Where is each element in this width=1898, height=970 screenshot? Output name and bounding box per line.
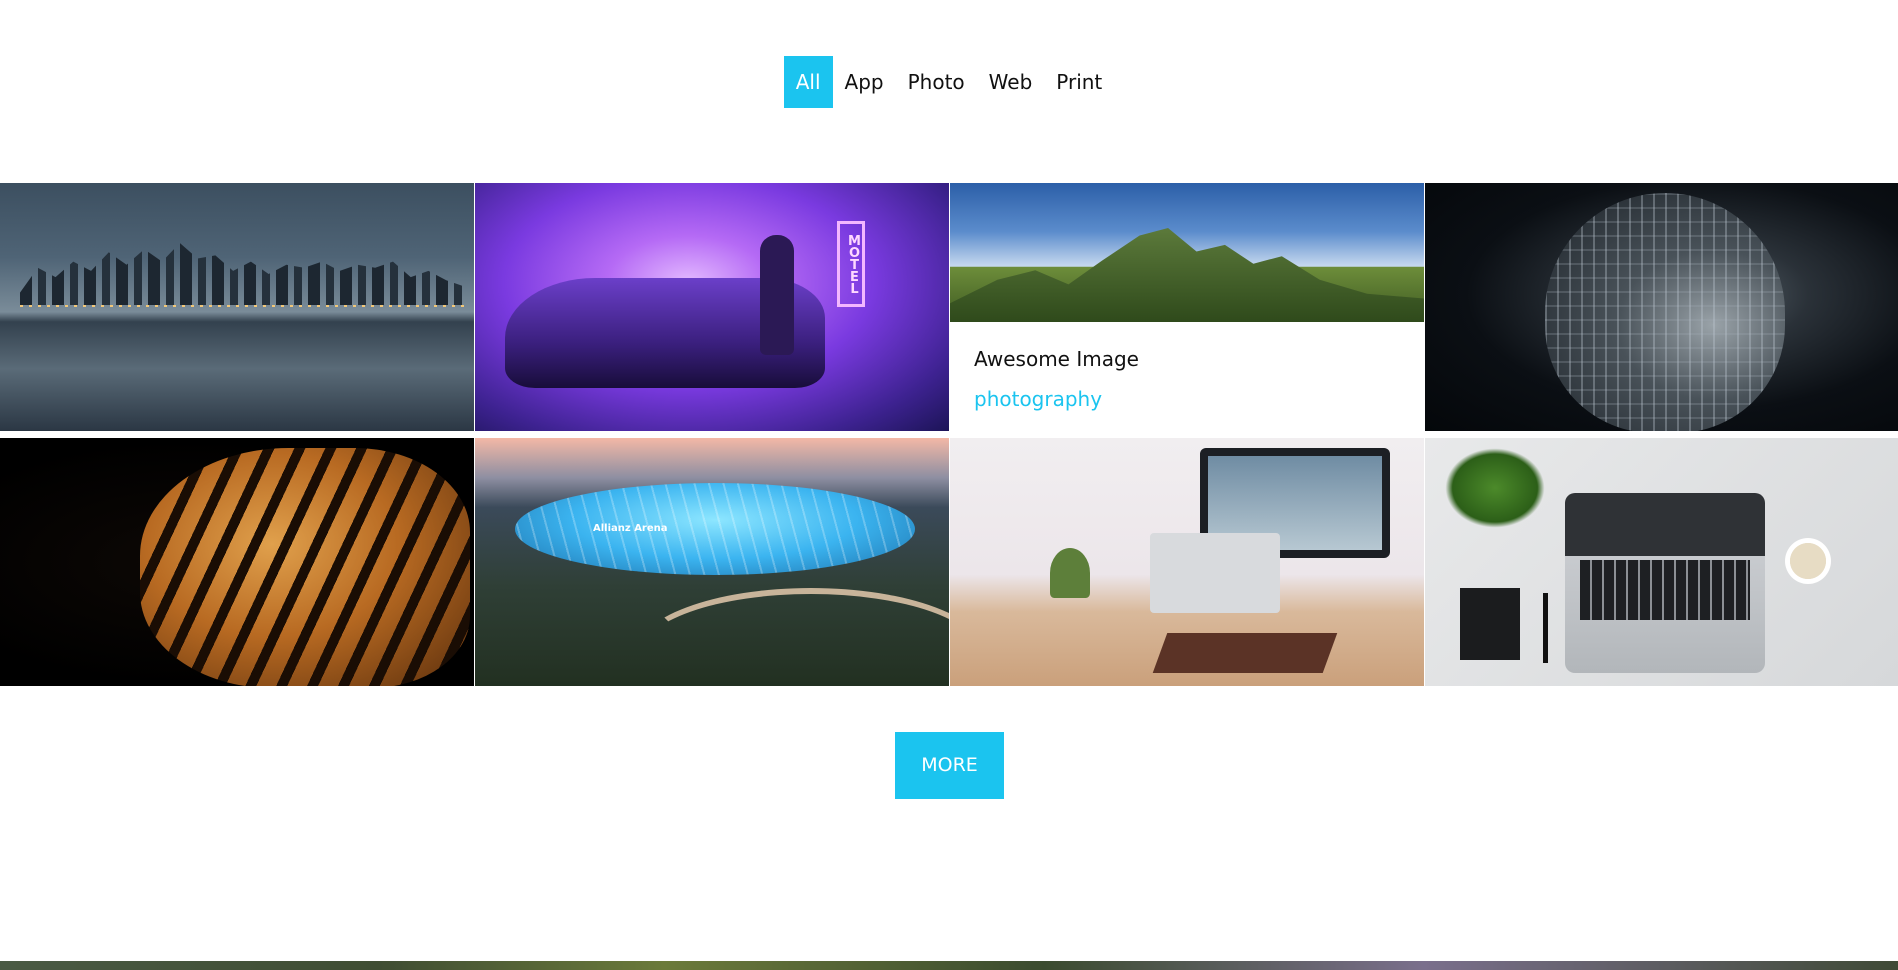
portfolio-grid: MOTEL Awesome Image photography Allianz … [0, 183, 1898, 686]
caption-category-link[interactable]: photography [974, 387, 1102, 411]
city-skyline-image [0, 183, 474, 431]
filter-web[interactable]: Web [977, 56, 1045, 108]
portfolio-item-laptop-flatlay[interactable] [1425, 438, 1898, 686]
filter-all[interactable]: All [783, 56, 833, 108]
filter-app[interactable]: App [833, 56, 896, 108]
desk-mat-shape [1152, 633, 1338, 673]
portfolio-filter-bar: All App Photo Web Print [0, 56, 1898, 108]
portfolio-item-neon-car[interactable]: MOTEL [475, 183, 949, 431]
person-shape [760, 235, 794, 355]
stadium-dome-shape [515, 483, 915, 575]
portfolio-item-tiger[interactable] [0, 438, 474, 686]
keyboard-shape [1580, 560, 1750, 620]
portfolio-caption: Awesome Image photography [950, 322, 1424, 431]
laptop-shape [1150, 533, 1280, 613]
caption-title: Awesome Image [974, 347, 1139, 371]
portfolio-item-desk[interactable] [950, 438, 1424, 686]
notebook-shape [1460, 588, 1520, 660]
tiger-shape [140, 448, 470, 686]
more-button[interactable]: MORE [895, 732, 1004, 799]
stadium-label: Allianz Arena [593, 523, 668, 534]
portfolio-item-city-skyline[interactable] [0, 183, 474, 431]
coffee-cup-shape [1785, 538, 1831, 584]
filter-print[interactable]: Print [1044, 56, 1114, 108]
footer-image-strip [0, 961, 1898, 970]
pen-shape [1543, 593, 1548, 663]
portfolio-item-mountain[interactable]: Awesome Image photography [950, 183, 1424, 431]
filter-photo[interactable]: Photo [896, 56, 977, 108]
fern-shape [1445, 448, 1545, 528]
plant-shape [1050, 548, 1090, 598]
portfolio-item-cyber-face[interactable] [1425, 183, 1898, 431]
face-shape [1545, 193, 1785, 431]
motel-sign: MOTEL [837, 221, 865, 307]
portfolio-item-stadium[interactable]: Allianz Arena [475, 438, 949, 686]
